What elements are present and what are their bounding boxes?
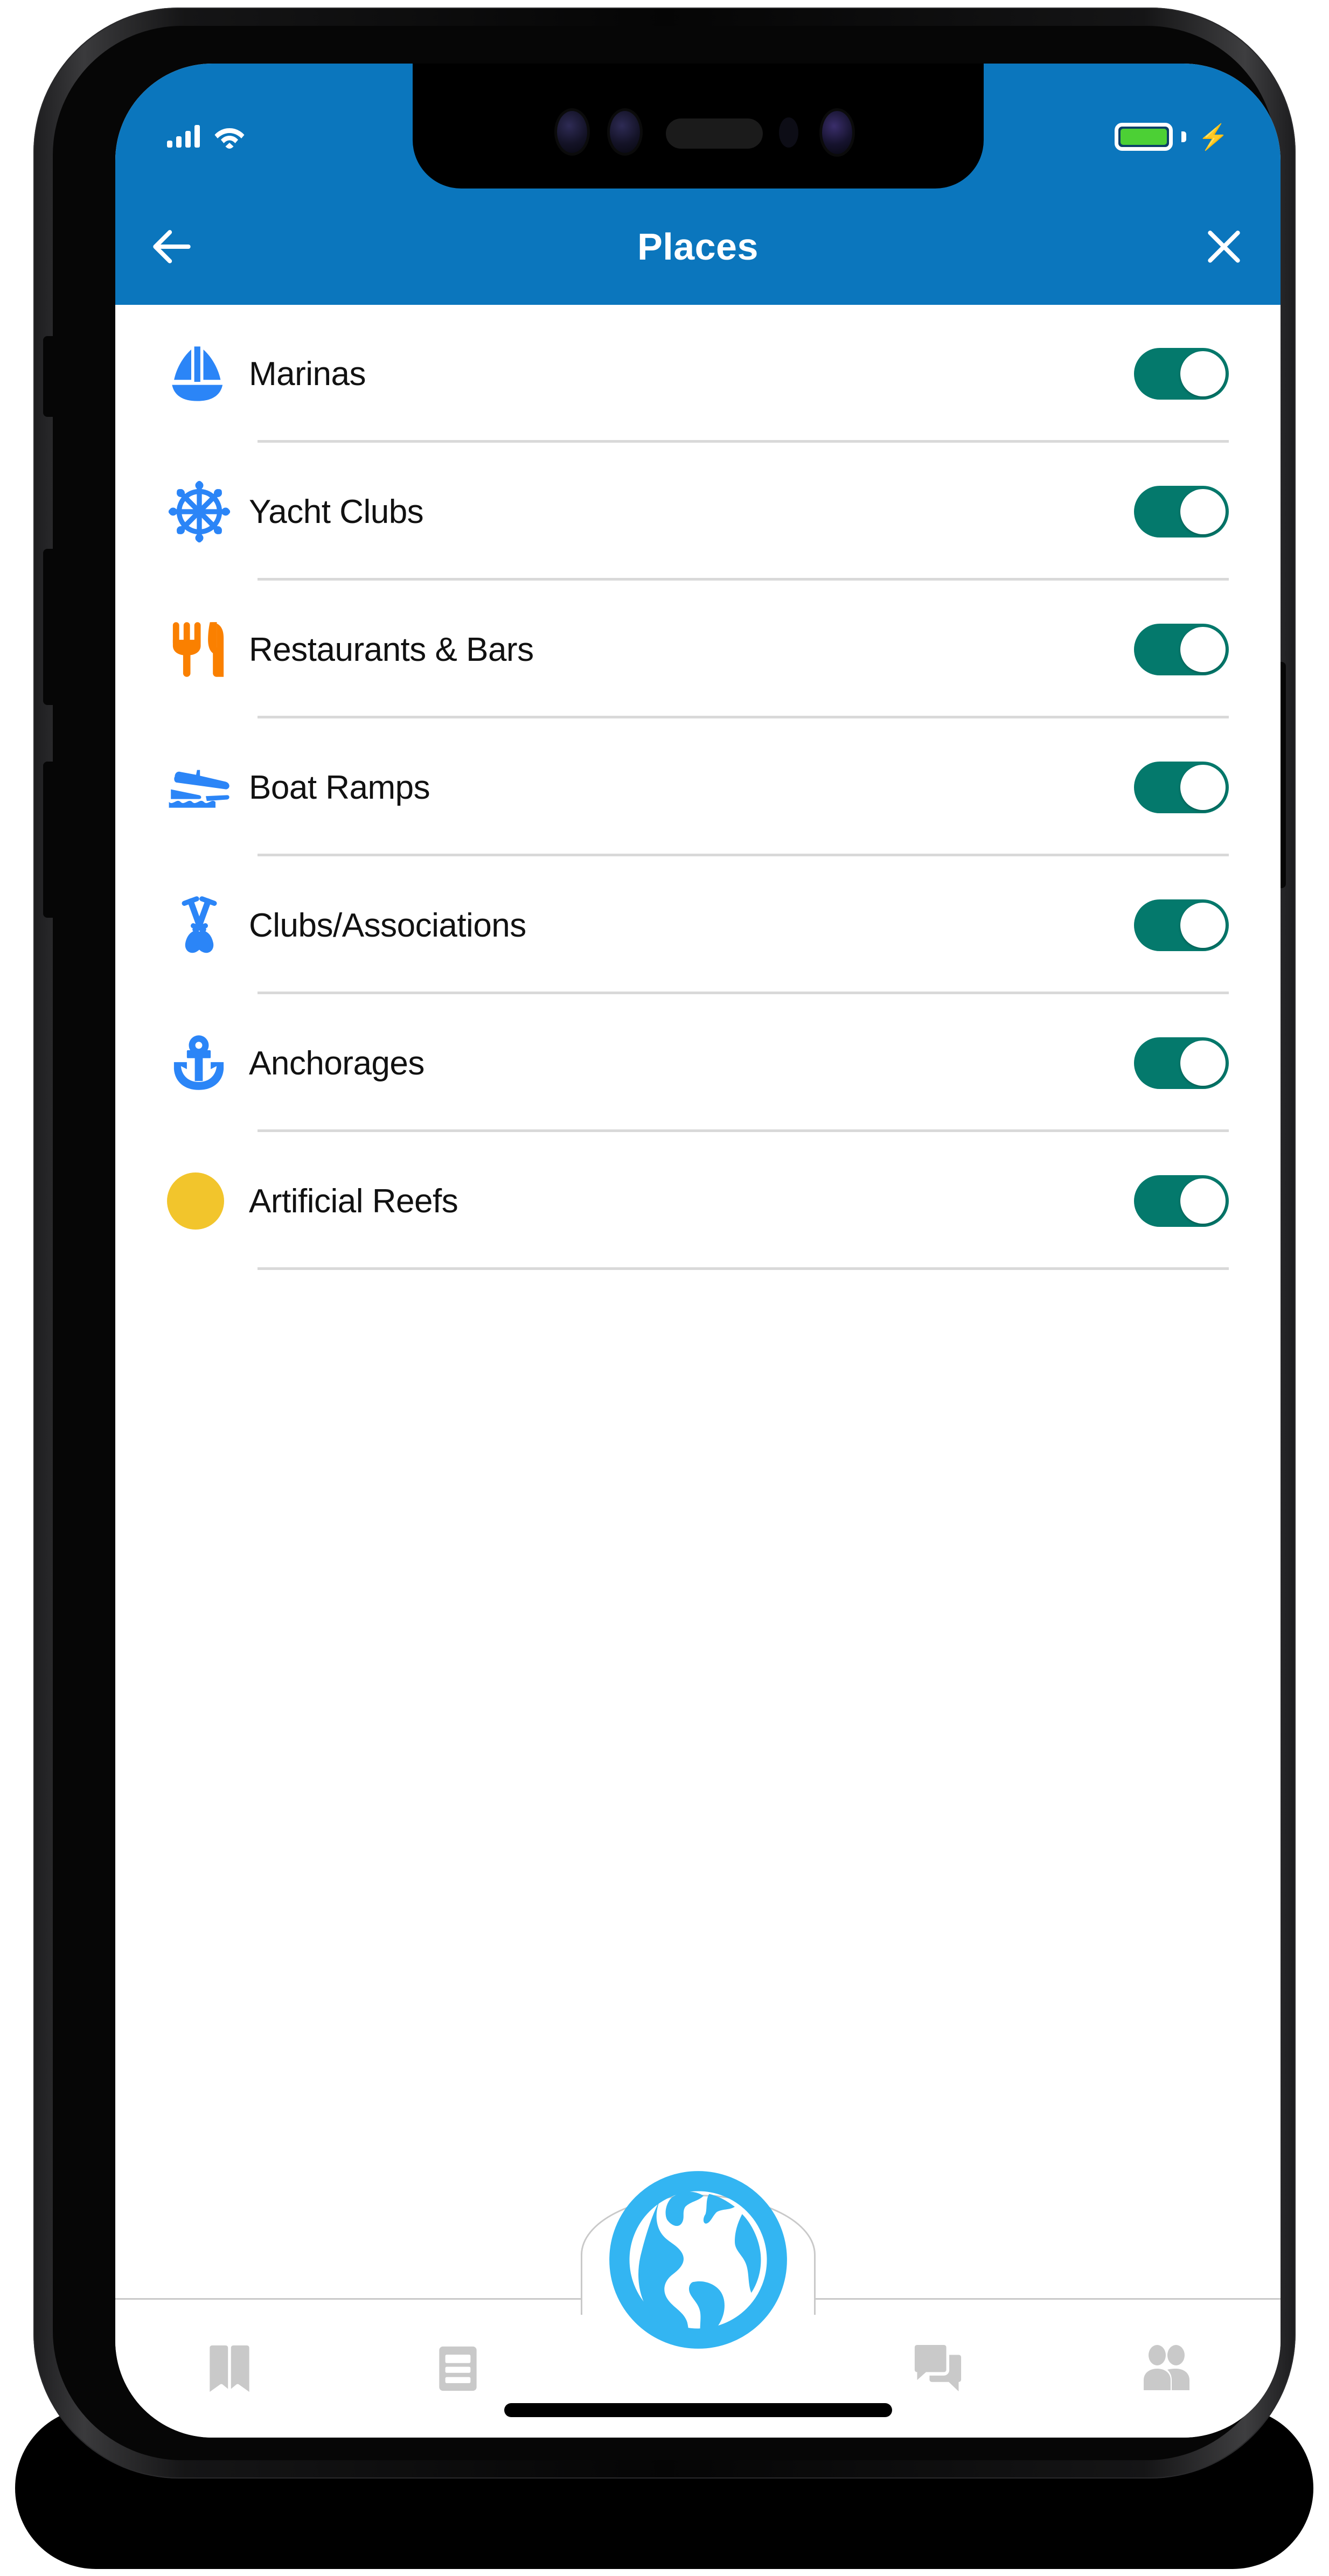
tab-list[interactable]	[344, 2341, 572, 2397]
screenshot-root: ⚡ Places Marinas Yacht Clubs Restaurants…	[0, 0, 1329, 2576]
list-item-label: Yacht Clubs	[249, 493, 424, 530]
anchor-icon	[173, 1035, 224, 1090]
toggle-switch-on[interactable]	[1134, 1037, 1229, 1089]
list-item-label: Restaurants & Bars	[249, 631, 534, 668]
list-item-icon	[167, 760, 249, 814]
list-item-toggle[interactable]	[1134, 762, 1229, 813]
toggle-switch-on[interactable]	[1134, 486, 1229, 537]
sailboat-icon	[172, 346, 223, 401]
silent-switch[interactable]	[43, 336, 68, 417]
list-item-label: Clubs/Associations	[249, 906, 526, 944]
volume-down-button[interactable]	[43, 549, 68, 705]
earpiece-speaker	[665, 118, 763, 149]
volume-up-button[interactable]	[43, 762, 68, 918]
back-button[interactable]	[115, 222, 228, 271]
list-item-label: Artificial Reefs	[249, 1182, 458, 1220]
list-item[interactable]: Marinas	[115, 305, 1281, 443]
list-item[interactable]: Clubs/Associations	[115, 856, 1281, 994]
list-item-toggle[interactable]	[1134, 1037, 1229, 1089]
list-item-label: Anchorages	[249, 1044, 425, 1082]
charging-bolt-icon: ⚡	[1198, 123, 1229, 151]
toggle-switch-on[interactable]	[1134, 1175, 1229, 1227]
list-item-toggle[interactable]	[1134, 899, 1229, 951]
tab-community[interactable]	[1052, 2336, 1281, 2401]
boat-ramp-icon	[169, 770, 229, 808]
yellow-circle-icon	[167, 1172, 224, 1230]
app-header: Places	[115, 189, 1281, 305]
people-icon	[1143, 2345, 1189, 2390]
tab-chat[interactable]	[824, 2339, 1052, 2398]
chat-icon	[914, 2345, 961, 2392]
list-item[interactable]: Boat Ramps	[115, 718, 1281, 856]
toggle-knob	[1180, 627, 1226, 672]
list-item[interactable]: Yacht Clubs	[115, 443, 1281, 581]
list-item-toggle[interactable]	[1134, 624, 1229, 675]
tab-guide[interactable]	[115, 2339, 344, 2398]
cellular-signal-icon	[167, 125, 200, 148]
toggle-switch-on[interactable]	[1134, 762, 1229, 813]
arrow-left-icon	[153, 230, 191, 263]
proximity-sensor	[778, 117, 798, 148]
globe-icon	[609, 2171, 787, 2349]
list-item[interactable]: Restaurants & Bars	[115, 581, 1281, 718]
status-bar-right: ⚡	[1114, 101, 1229, 151]
row-divider	[258, 1267, 1229, 1270]
status-bar-left	[167, 103, 245, 149]
close-x-icon	[1208, 231, 1240, 263]
ships-wheel-icon	[168, 480, 231, 543]
toggle-switch-on[interactable]	[1134, 348, 1229, 400]
toggle-knob	[1180, 765, 1226, 810]
battery-cap-icon	[1181, 131, 1186, 142]
toggle-switch-on[interactable]	[1134, 899, 1229, 951]
tab-globe[interactable]	[607, 2168, 790, 2351]
front-camera-lens	[822, 111, 852, 154]
list-item-label: Marinas	[249, 355, 366, 393]
front-camera-sensor-1	[556, 111, 587, 153]
list-item-icon	[167, 1172, 249, 1230]
crossed-oars-icon	[182, 896, 217, 953]
fork-knife-icon	[172, 622, 224, 677]
toggle-switch-on[interactable]	[1134, 624, 1229, 675]
camera-notch	[412, 64, 984, 189]
list-item-label: Boat Ramps	[249, 769, 430, 806]
list-item-icon	[167, 1031, 249, 1095]
toggle-knob	[1180, 489, 1226, 534]
toggle-knob	[1180, 1041, 1226, 1086]
phone-screen: ⚡ Places Marinas Yacht Clubs Restaurants…	[115, 64, 1281, 2438]
list-item[interactable]: Artificial Reefs	[115, 1132, 1281, 1270]
home-indicator[interactable]	[504, 2403, 892, 2417]
list-item-toggle[interactable]	[1134, 486, 1229, 537]
page-title: Places	[637, 226, 759, 268]
list-item-icon	[167, 479, 249, 544]
battery-full-icon	[1114, 123, 1173, 151]
close-button[interactable]	[1167, 223, 1281, 270]
toggle-knob	[1180, 1178, 1226, 1224]
phone-frame: ⚡ Places Marinas Yacht Clubs Restaurants…	[33, 8, 1296, 2479]
book-icon	[210, 2345, 249, 2392]
places-list: Marinas Yacht Clubs Restaurants & Bars B…	[115, 305, 1281, 1270]
list-item-toggle[interactable]	[1134, 348, 1229, 400]
list-item-icon	[167, 618, 249, 681]
toggle-knob	[1180, 351, 1226, 396]
toggle-knob	[1180, 903, 1226, 948]
wifi-icon	[214, 128, 245, 149]
list-item-icon	[167, 893, 249, 958]
list-item-icon	[167, 341, 249, 406]
list-item[interactable]: Anchorages	[115, 994, 1281, 1132]
front-camera-sensor-2	[609, 111, 640, 153]
list-item-toggle[interactable]	[1134, 1175, 1229, 1227]
list-icon	[439, 2346, 477, 2391]
